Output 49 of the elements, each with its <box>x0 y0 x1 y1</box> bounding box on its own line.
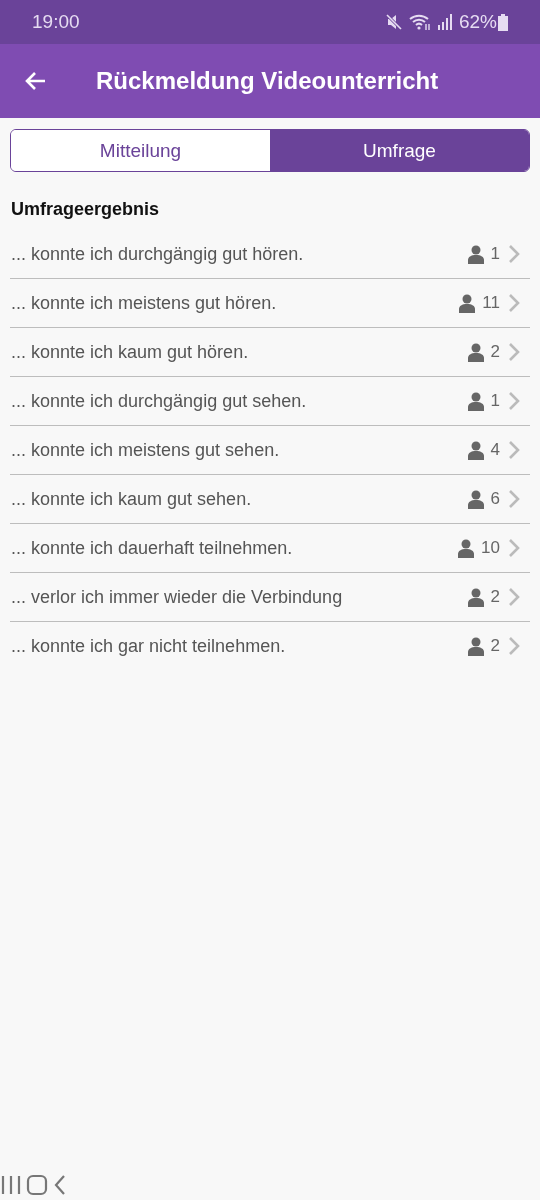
chevron-right-icon[interactable] <box>508 440 520 460</box>
section-heading: Umfrageergebnis <box>11 199 161 220</box>
vote-count: 2 <box>490 342 500 362</box>
vote-count: 1 <box>490 391 500 411</box>
answer-option: ... konnte ich durchgängig gut hören. <box>10 243 468 265</box>
chevron-right-icon[interactable] <box>508 538 520 558</box>
signal-icon <box>436 14 453 30</box>
person-icon <box>467 489 484 509</box>
vote-count: 2 <box>490 587 500 607</box>
answer-option: ... konnte ich gar nicht teilnehmen. <box>10 635 468 657</box>
answer-option: ... verlor ich immer wieder die Verbindung <box>10 586 468 608</box>
vote-count: 10 <box>481 538 500 558</box>
answer-option: ... konnte ich durchgängig gut sehen. <box>10 390 468 412</box>
battery-percent: 62% <box>458 11 497 33</box>
back-icon[interactable] <box>52 1174 67 1196</box>
clock-time: 19:00 <box>32 11 80 33</box>
chevron-right-icon[interactable] <box>508 587 520 607</box>
chevron-right-icon[interactable] <box>508 489 520 509</box>
person-icon <box>467 587 484 607</box>
home-icon[interactable] <box>26 1174 49 1196</box>
chevron-right-icon[interactable] <box>508 636 520 656</box>
person-icon <box>458 538 475 558</box>
answer-option: ... konnte ich meistens gut sehen. <box>10 439 468 461</box>
battery-icon <box>498 13 508 31</box>
person-icon <box>467 440 484 460</box>
chevron-right-icon[interactable] <box>508 391 520 411</box>
person-icon <box>459 293 476 313</box>
person-icon <box>467 244 484 264</box>
vote-count: 1 <box>490 244 500 264</box>
chevron-right-icon[interactable] <box>508 293 520 313</box>
recent-apps-icon[interactable] <box>0 1174 22 1196</box>
screen-title: Rückmeldung Videounterricht <box>96 67 439 95</box>
mute-icon <box>384 13 403 31</box>
chevron-right-icon[interactable] <box>508 342 520 362</box>
answer-option: ... konnte ich meistens gut hören. <box>10 292 460 314</box>
answer-option: ... konnte ich kaum gut sehen. <box>10 488 468 510</box>
person-icon <box>467 342 484 362</box>
chevron-right-icon[interactable] <box>508 244 520 264</box>
person-icon <box>467 636 484 656</box>
tab[interactable]: Umfrage <box>270 130 529 171</box>
answer-option: ... konnte ich dauerhaft teilnehmen. <box>10 537 459 559</box>
answer-option: ... konnte ich kaum gut hören. <box>10 341 468 363</box>
person-icon <box>467 391 484 411</box>
vote-count: 4 <box>490 440 500 460</box>
vote-count: 11 <box>482 293 500 313</box>
vote-count: 2 <box>490 636 500 656</box>
vote-count: 6 <box>490 489 500 509</box>
tab[interactable]: Mitteilung <box>11 130 270 171</box>
wifi-icon <box>408 13 431 31</box>
